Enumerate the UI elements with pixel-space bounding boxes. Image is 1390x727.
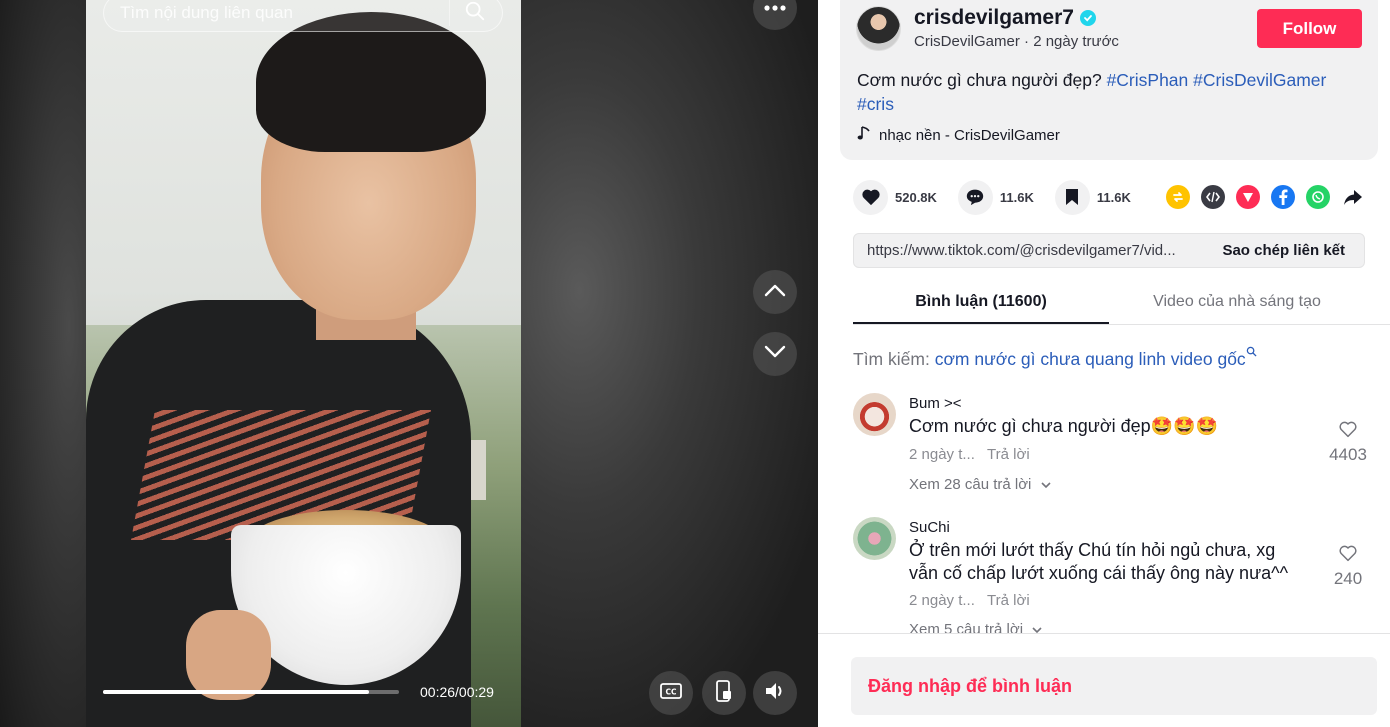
comment-like-count: 4403 (1329, 445, 1367, 464)
video-link-url[interactable]: https://www.tiktok.com/@crisdevilgamer7/… (854, 242, 1210, 259)
comment-action[interactable]: 11.6K (957, 179, 1034, 215)
comment-meta: 2 ngày t... Trả lời (909, 592, 1030, 609)
save-action[interactable]: 11.6K (1054, 179, 1131, 215)
comment-time: 2 ngày t... (909, 592, 975, 609)
volume-icon (764, 681, 786, 706)
comment-bubble-icon[interactable] (957, 179, 993, 215)
more-dots-icon (763, 0, 787, 17)
author-display-name: CrisDevilGamer (914, 33, 1020, 50)
comment-meta: 2 ngày t... Trả lời (909, 446, 1030, 463)
hashtag-cris[interactable]: #cris (857, 94, 894, 114)
comment-reply-button[interactable]: Trả lời (987, 592, 1030, 609)
comment-avatar[interactable] (853, 517, 896, 560)
related-search-query[interactable]: cơm nước gì chưa quang linh video gốc (935, 349, 1246, 369)
chevron-up-icon (764, 283, 786, 302)
hashtag-crisphan[interactable]: #CrisPhan (1107, 70, 1189, 90)
search-divider (449, 0, 450, 26)
bookmark-icon[interactable] (1054, 179, 1090, 215)
view-replies-label: Xem 28 câu trả lời (909, 476, 1032, 493)
heart-outline-icon (1338, 545, 1358, 566)
comment-time: 2 ngày t... (909, 446, 975, 463)
comment-author[interactable]: Bum >< (909, 395, 962, 412)
video-progress-fill (103, 690, 370, 694)
video-hand (186, 610, 271, 700)
heart-icon[interactable] (853, 179, 888, 215)
comment-item: Bum >< Cơm nước gì chưa người đẹp🤩🤩🤩 2 n… (853, 393, 1373, 503)
comment-avatar[interactable] (853, 393, 896, 436)
search-small-icon (1246, 346, 1257, 369)
floating-player-icon (715, 679, 733, 707)
panel-tabs: Bình luận (11600) Video của nhà sáng tạo (853, 281, 1390, 325)
video-person-hair (256, 12, 486, 152)
search-icon[interactable] (464, 0, 486, 27)
comment-like-count: 240 (1333, 569, 1363, 588)
video-time: 00:26/00:29 (420, 684, 494, 700)
author-avatar[interactable] (856, 6, 901, 51)
volume-button[interactable] (753, 671, 797, 715)
details-panel: crisdevilgamer7 CrisDevilGamer · 2 ngày … (818, 0, 1390, 727)
comment-item: SuChi Ở trên mới lướt thấy Chú tín hỏi n… (853, 517, 1373, 638)
music-title[interactable]: nhạc nền - CrisDevilGamer (879, 127, 1060, 144)
comment-reply-button[interactable]: Trả lời (987, 446, 1030, 463)
author-subline: CrisDevilGamer · 2 ngày trước (914, 33, 1119, 50)
svg-text:CC: CC (665, 687, 677, 696)
share-icons (1166, 185, 1365, 209)
author-username[interactable]: crisdevilgamer7 (914, 6, 1074, 30)
author-username-row[interactable]: crisdevilgamer7 (914, 6, 1096, 30)
video-link-box: https://www.tiktok.com/@crisdevilgamer7/… (853, 233, 1365, 268)
comment-like-button[interactable]: 4403 (1323, 420, 1373, 465)
video-player-area[interactable]: Tìm nội dung liên quan 00:26/00:29 CC (0, 0, 818, 727)
facebook-icon[interactable] (1271, 185, 1295, 209)
video-frame[interactable] (86, 0, 521, 727)
previous-video-button[interactable] (753, 270, 797, 314)
video-progress-bar[interactable] (103, 690, 399, 694)
hashtag-crisdevilgamer[interactable]: #CrisDevilGamer (1193, 70, 1326, 90)
save-count: 11.6K (1096, 189, 1131, 205)
embed-icon[interactable] (1201, 185, 1225, 209)
comment-author[interactable]: SuChi (909, 519, 950, 536)
verified-badge-icon (1079, 10, 1096, 26)
login-to-comment-button[interactable]: Đăng nhập để bình luận (851, 657, 1377, 715)
captions-button[interactable]: CC (649, 671, 693, 715)
tab-creator-videos[interactable]: Video của nhà sáng tạo (1109, 281, 1365, 324)
repost-icon[interactable] (1166, 185, 1190, 209)
next-video-button[interactable] (753, 332, 797, 376)
follow-button[interactable]: Follow (1257, 9, 1362, 48)
caption-text: Cơm nước gì chưa người đẹp? (857, 70, 1102, 90)
comment-input-bar: Đăng nhập để bình luận (818, 633, 1390, 727)
like-count: 520.8K (895, 189, 937, 205)
tab-comments[interactable]: Bình luận (11600) (853, 281, 1109, 324)
music-note-icon (857, 125, 871, 145)
chevron-down-small-icon (1036, 476, 1052, 493)
copy-link-button[interactable]: Sao chép liên kết (1210, 242, 1364, 259)
captions-icon: CC (660, 682, 682, 704)
share-arrow-icon[interactable] (1341, 185, 1365, 209)
heart-outline-icon (1338, 421, 1358, 442)
comment-text: Cơm nước gì chưa người đẹp🤩🤩🤩 (909, 416, 1218, 436)
video-background-blur-left (0, 0, 86, 727)
comment-count: 11.6K (999, 189, 1034, 205)
subline-separator: · (1024, 33, 1034, 50)
related-search-suggestion[interactable]: Tìm kiếm: cơm nước gì chưa quang linh vi… (853, 346, 1257, 370)
comment-like-button[interactable]: 240 (1323, 544, 1373, 589)
comment-text: Ở trên mới lướt thấy Chú tín hỏi ngủ chư… (909, 540, 1289, 583)
floating-player-button[interactable] (702, 671, 746, 715)
related-search-input[interactable]: Tìm nội dung liên quan (103, 0, 503, 32)
send-icon[interactable] (1236, 185, 1260, 209)
post-caption: Cơm nước gì chưa người đẹp? #CrisPhan #C… (857, 68, 1347, 116)
related-search-prefix: Tìm kiếm: (853, 349, 930, 369)
related-search-placeholder: Tìm nội dung liên quan (120, 3, 293, 22)
chevron-down-icon (764, 345, 786, 364)
view-replies-button[interactable]: Xem 28 câu trả lời (909, 476, 1052, 493)
like-action[interactable]: 520.8K (853, 179, 937, 215)
music-link[interactable]: nhạc nền - CrisDevilGamer (857, 125, 1060, 145)
whatsapp-icon[interactable] (1306, 185, 1330, 209)
post-date: 2 ngày trước (1033, 33, 1119, 50)
action-bar: 520.8K 11.6K 11.6K (853, 179, 1152, 215)
